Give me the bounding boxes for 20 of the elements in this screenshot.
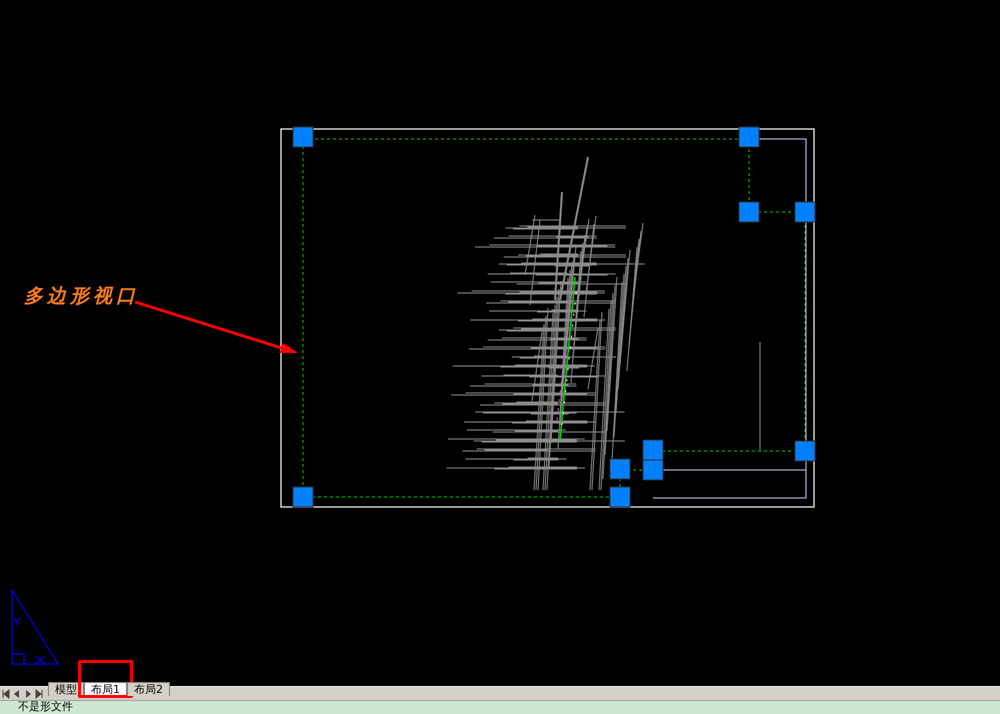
annotation-label: 多边形视口 (24, 284, 139, 309)
next-tab-icon[interactable] (23, 688, 33, 700)
grip-handle[interactable] (738, 202, 760, 222)
grip-handle[interactable] (292, 126, 314, 148)
layout-tab[interactable]: 布局1 (84, 682, 127, 696)
grip-handle[interactable] (642, 460, 664, 480)
layout-tab[interactable]: 模型 (48, 682, 84, 696)
layout-tab[interactable]: 布局2 (127, 682, 170, 696)
ucs-icon (11, 589, 59, 665)
grip-handle[interactable] (642, 440, 664, 460)
grip-handle[interactable] (794, 202, 816, 222)
grip-handle[interactable] (292, 486, 314, 508)
grip-handle[interactable] (738, 126, 760, 148)
previous-tab-icon[interactable] (1, 688, 11, 700)
grip-handle[interactable] (794, 440, 816, 462)
previous-tab-icon[interactable] (12, 688, 22, 700)
next-tab-icon[interactable] (34, 688, 44, 700)
grip-handle[interactable] (610, 486, 630, 508)
grip-handle[interactable] (610, 458, 630, 480)
status-text: 不是形文件 (18, 701, 73, 713)
